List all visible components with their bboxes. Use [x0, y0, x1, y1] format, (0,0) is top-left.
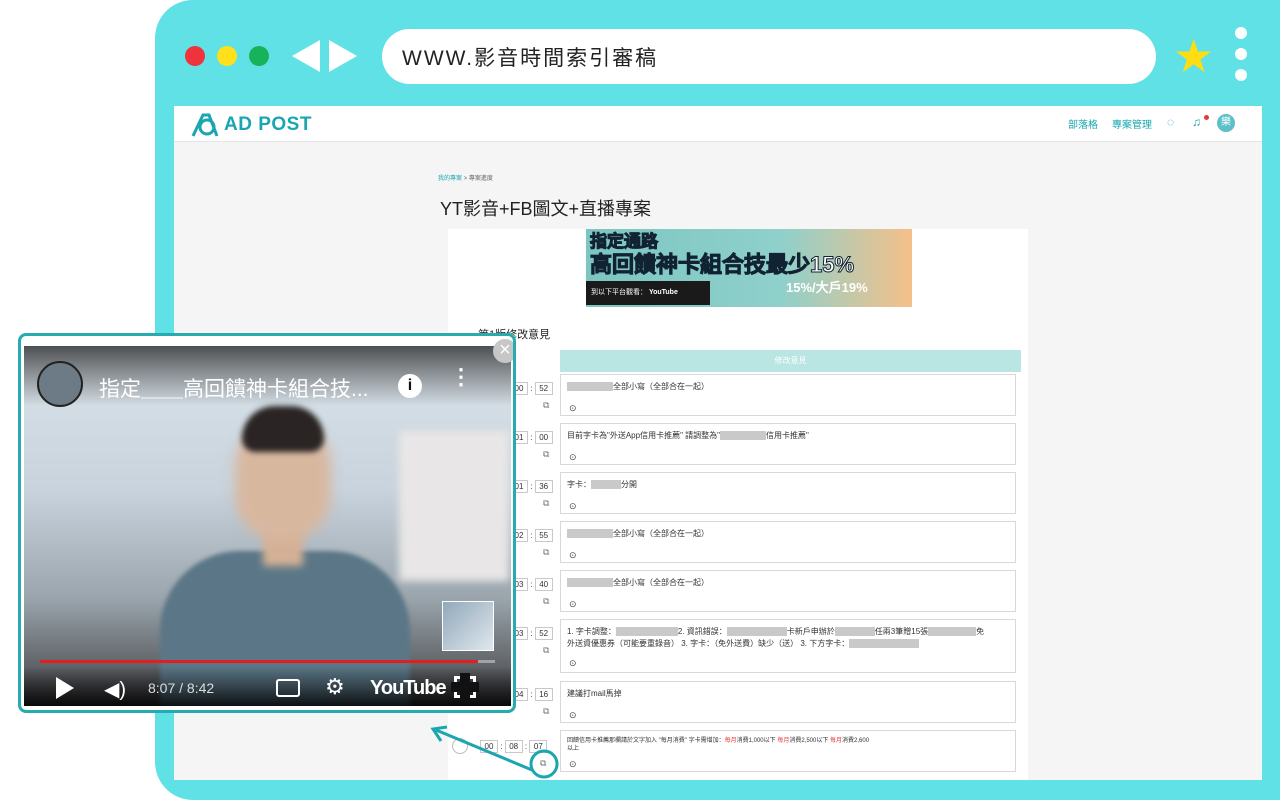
camera-icon[interactable]: ⊙: [569, 710, 577, 721]
camera-icon[interactable]: ⊙: [569, 658, 577, 669]
redaction: [615, 627, 678, 637]
progress-fill: [40, 660, 479, 663]
breadcrumb: 我的專案 > 專案進度: [438, 173, 493, 182]
info-icon[interactable]: i: [398, 374, 422, 398]
video-title[interactable]: 指定＿＿高回饋神卡組合技...: [99, 373, 369, 403]
remove-row-button[interactable]: [452, 738, 468, 754]
comment-row[interactable]: 目前字卡為"外送App信用卡推薦" 請調整為" 信用卡推薦" ⊙: [560, 423, 1016, 465]
camera-icon[interactable]: ⊙: [569, 759, 577, 770]
redaction: [849, 639, 920, 649]
maximize-window-button[interactable]: [249, 46, 269, 66]
video-thumbnail[interactable]: 指定通路 高回饋神卡組合技最少15% 15%/大戶19% 到以下平台觀看： Yo…: [586, 229, 912, 307]
minimize-window-button[interactable]: [217, 46, 237, 66]
ad-post-logo[interactable]: AD POST: [190, 112, 312, 138]
play-icon[interactable]: [56, 677, 74, 699]
bell-icon[interactable]: ♫: [1192, 115, 1201, 129]
time-code: 03 : 52: [510, 627, 553, 640]
thumbnail-caption: 到以下平台觀看：: [591, 289, 647, 296]
back-arrow-icon[interactable]: [292, 40, 320, 72]
redaction: [567, 382, 613, 392]
channel-avatar[interactable]: [37, 361, 83, 407]
progress-bar[interactable]: [40, 660, 495, 663]
url-text: WWW.影音時間索引審稿: [402, 46, 659, 70]
time-code: 02 : 55: [510, 529, 553, 542]
camera-icon[interactable]: ⊙: [569, 550, 577, 561]
comment-row[interactable]: 回饋信用卡推薦那欄請於文字加入 "每月消費" 字卡需增加：每月消費1,000以下…: [560, 730, 1016, 772]
redaction: [726, 627, 787, 637]
external-link-icon[interactable]: ⧉: [543, 449, 549, 460]
time-code: 01 : 00: [510, 431, 553, 444]
external-link-icon[interactable]: ⧉: [543, 645, 549, 656]
time-code: 03 : 40: [510, 578, 553, 591]
comment-row[interactable]: 1. 字卡調整： 2. 資訊錯誤： 卡新戶申辦於 任兩3筆贈15張免外送資優惠券（可能…: [560, 619, 1016, 673]
settings-gear-icon[interactable]: ⚙: [325, 674, 345, 700]
col-comment-header: 修改意見: [774, 356, 807, 365]
nav-blog[interactable]: 部落格: [1068, 116, 1098, 131]
notification-dot: [1204, 115, 1209, 120]
browser-menu-icon[interactable]: [1235, 27, 1247, 90]
comment-row[interactable]: 全部小寫（全部合在一起） ⊙: [560, 521, 1016, 563]
redaction: [928, 627, 977, 637]
more-options-icon[interactable]: ⋮: [450, 366, 472, 388]
subtitles-icon[interactable]: [276, 679, 300, 697]
app-header: AD POST 部落格 專案管理 ◌ ♫ 樂: [174, 106, 1262, 142]
external-link-icon[interactable]: ⧉: [543, 400, 549, 411]
thumbnail-line3: 15%/大戶19%: [786, 280, 868, 295]
chat-icon[interactable]: ◌: [1167, 115, 1174, 129]
avatar[interactable]: 樂: [1217, 114, 1235, 132]
redaction: [719, 431, 766, 441]
thumbnail-platform: YouTube: [648, 289, 678, 296]
redaction: [591, 480, 621, 490]
video-frame[interactable]: 指定＿＿高回饋神卡組合技... i ⋮ ◀) 8:07 / 8:42 ⚙ You…: [24, 346, 511, 706]
external-link-icon[interactable]: ⧉: [543, 498, 549, 509]
address-bar[interactable]: WWW.影音時間索引審稿: [382, 29, 1156, 84]
comment-row[interactable]: 建議打mail馬掉 ⊙: [560, 681, 1016, 723]
youtube-logo[interactable]: YouTube: [370, 677, 447, 700]
breadcrumb-separator: >: [463, 176, 468, 182]
redaction: [567, 529, 613, 539]
volume-icon[interactable]: ◀): [104, 677, 126, 702]
time-code: 01 : 36: [510, 480, 553, 493]
video-player-popup[interactable]: 指定＿＿高回饋神卡組合技... i ⋮ ◀) 8:07 / 8:42 ⚙ You…: [18, 333, 516, 713]
thumbnail-platform-strip: 到以下平台觀看： YouTube: [586, 281, 710, 305]
breadcrumb-home[interactable]: 我的專案: [438, 176, 462, 182]
page-title: YT影音+FB圖文+直播專案: [440, 199, 652, 219]
external-link-icon[interactable]: ⧉: [543, 706, 549, 717]
time-code: 00 : 08 : 07: [480, 740, 548, 753]
external-link-icon[interactable]: ⧉: [543, 596, 549, 607]
comment-row[interactable]: 字卡： 分開 ⊙: [560, 472, 1016, 514]
camera-icon[interactable]: ⊙: [569, 403, 577, 414]
comment-row[interactable]: 全部小寫（全部合在一起） ⊙: [560, 570, 1016, 612]
camera-icon[interactable]: ⊙: [569, 501, 577, 512]
logo-text: AD POST: [224, 114, 312, 135]
playback-time: 8:07 / 8:42: [148, 680, 215, 696]
bookmark-star-icon[interactable]: ★: [1173, 32, 1214, 80]
close-icon[interactable]: ×: [493, 339, 513, 363]
redaction: [567, 578, 613, 588]
forward-arrow-icon[interactable]: [329, 40, 357, 72]
pip-thumbnail: [442, 601, 494, 651]
time-code: 04 : 16: [510, 688, 553, 701]
breadcrumb-current: 專案進度: [468, 176, 493, 182]
redaction: [834, 627, 875, 637]
external-link-icon[interactable]: ⧉: [543, 547, 549, 558]
nav-project-management[interactable]: 專案管理: [1112, 116, 1152, 131]
camera-icon[interactable]: ⊙: [569, 452, 577, 463]
thumbnail-line2: 高回饋神卡組合技最少15%: [589, 252, 855, 278]
external-link-icon[interactable]: ⧉: [540, 758, 546, 769]
close-window-button[interactable]: [185, 46, 205, 66]
camera-icon[interactable]: ⊙: [569, 599, 577, 610]
ad-post-logo-icon: [191, 113, 219, 137]
table-header: 修改意見: [560, 350, 1021, 372]
time-code: 00 : 52: [510, 382, 553, 395]
comment-row[interactable]: 全部小寫（全部合在一起） ⊙: [560, 374, 1016, 416]
